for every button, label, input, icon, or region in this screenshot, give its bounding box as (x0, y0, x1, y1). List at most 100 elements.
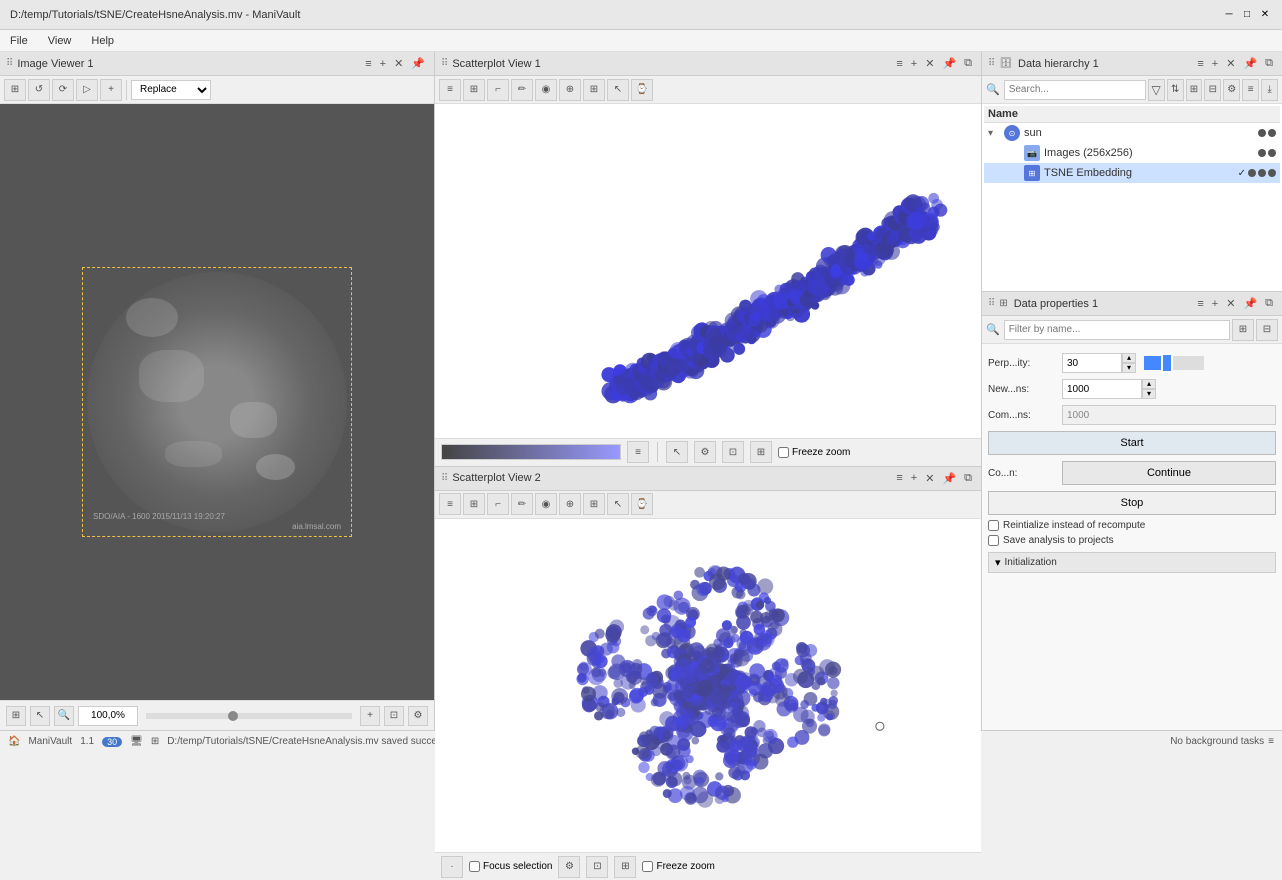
sp1-tb-select[interactable]: ≡ (439, 79, 461, 101)
sp2-focus-checkbox[interactable] (469, 861, 480, 872)
menu-help[interactable]: Help (87, 33, 118, 49)
sp2-tb-image[interactable]: ⊞ (463, 493, 485, 515)
sp1-foot-settings[interactable]: ≡ (627, 441, 649, 463)
dh-cog-btn[interactable]: ⚙ (1223, 79, 1240, 101)
dh-row-sun[interactable]: ▾ ⊙ sun (984, 123, 1280, 143)
dp-perplexity-input[interactable]: 30 (1062, 353, 1122, 373)
sp2-tb-select[interactable]: ≡ (439, 493, 461, 515)
sp2-foot-expand[interactable]: ⊞ (614, 856, 636, 878)
sp2-tb-lasso[interactable]: ◉ (535, 493, 557, 515)
iv-btn-rotate-ccw[interactable]: ⟳ (52, 79, 74, 101)
sp1-tb-lasso[interactable]: ◉ (535, 79, 557, 101)
dh-pin-btn[interactable]: 📌 (1240, 56, 1260, 71)
iv-replace-select[interactable]: Replace (131, 80, 211, 100)
iv-btn-grid[interactable]: ⊞ (4, 79, 26, 101)
dp-close-btn[interactable]: ✕ (1223, 296, 1238, 311)
dp-menu-btn[interactable]: ≡ (1194, 297, 1206, 311)
dp-reinitialize-checkbox[interactable] (988, 520, 999, 531)
dp-iterations-down[interactable]: ▾ (1142, 389, 1156, 399)
sp2-tb-arrow[interactable]: ↖ (607, 493, 629, 515)
dp-save-analysis-checkbox[interactable] (988, 535, 999, 546)
menu-view[interactable]: View (44, 33, 76, 49)
dh-row-tsne[interactable]: ⊞ TSNE Embedding ✓ (984, 163, 1280, 183)
sp2-pin-btn[interactable]: 📌 (939, 471, 959, 486)
dh-expand-sun[interactable]: ▾ (988, 128, 1000, 139)
sp2-tb-line[interactable]: ⌐ (487, 493, 509, 515)
iv-btn-add[interactable]: + (100, 79, 122, 101)
iv-foot-btn2[interactable]: ↖ (30, 706, 50, 726)
sp1-tb-plus[interactable]: ⊕ (559, 79, 581, 101)
dp-pin-btn[interactable]: 📌 (1240, 296, 1260, 311)
sp1-freeze-zoom-checkbox[interactable] (778, 447, 789, 458)
sp1-freeze-zoom-cb[interactable]: Freeze zoom (778, 447, 850, 458)
sp2-tb-plus[interactable]: ⊕ (559, 493, 581, 515)
dh-close-btn[interactable]: ✕ (1223, 56, 1238, 71)
continue-button[interactable]: Continue (1062, 461, 1276, 485)
minimize-button[interactable]: ─ (1222, 8, 1236, 22)
maximize-button[interactable]: □ (1240, 8, 1254, 22)
sp2-foot-dot[interactable]: · (441, 856, 463, 878)
zoom-input[interactable]: 100,0% (78, 706, 138, 726)
image-viewer-close-btn[interactable]: ✕ (391, 56, 406, 71)
image-viewer-pin-btn[interactable]: 📌 (408, 56, 428, 71)
dp-perplexity-up[interactable]: ▴ (1122, 353, 1136, 363)
dh-menu-btn[interactable]: ≡ (1194, 57, 1206, 71)
sp2-freeze-zoom-cb[interactable]: Freeze zoom (642, 861, 714, 872)
dp-perplexity-slider[interactable] (1144, 356, 1204, 370)
dh-expand-all-btn[interactable]: ⊞ (1186, 79, 1203, 101)
sp1-pin-btn[interactable]: 📌 (939, 56, 959, 71)
sp2-focus-cb[interactable]: Focus selection (469, 861, 552, 872)
sp2-tb-grid2[interactable]: ⊞ (583, 493, 605, 515)
menu-file[interactable]: File (6, 33, 32, 49)
zoom-thumb[interactable] (228, 711, 238, 721)
dp-iterations-up[interactable]: ▴ (1142, 379, 1156, 389)
sp1-foot-expand[interactable]: ⊞ (750, 441, 772, 463)
close-button[interactable]: ✕ (1258, 8, 1272, 22)
sp1-tb-line[interactable]: ⌐ (487, 79, 509, 101)
sp1-add-btn[interactable]: + (908, 57, 920, 71)
dp-perplexity-down[interactable]: ▾ (1122, 363, 1136, 373)
dh-float-btn[interactable]: ⧉ (1262, 56, 1276, 71)
sp2-freeze-zoom-checkbox[interactable] (642, 861, 653, 872)
iv-zoom-out-btn[interactable]: 🔍 (54, 706, 74, 726)
sp2-close-btn[interactable]: ✕ (922, 471, 937, 486)
sp1-tb-arrow[interactable]: ↖ (607, 79, 629, 101)
dp-add-btn[interactable]: + (1209, 297, 1221, 311)
dp-filter-input[interactable] (1004, 320, 1230, 340)
iv-zoom-fit-btn[interactable]: ⊡ (384, 706, 404, 726)
sp1-foot-cog[interactable]: ⚙ (694, 441, 716, 463)
sp1-tb-grid2[interactable]: ⊞ (583, 79, 605, 101)
sp2-tb-eye[interactable]: ⌚ (631, 493, 653, 515)
sp1-close-btn[interactable]: ✕ (922, 56, 937, 71)
stop-button[interactable]: Stop (988, 491, 1276, 515)
iv-btn-play[interactable]: ▷ (76, 79, 98, 101)
sp1-foot-box[interactable]: ⊡ (722, 441, 744, 463)
zoom-bar[interactable] (146, 713, 352, 719)
image-viewer-tab-btn[interactable]: ≡ (362, 57, 374, 71)
dh-sort-btn[interactable]: ⇅ (1167, 79, 1184, 101)
sp2-foot-cog[interactable]: ⚙ (558, 856, 580, 878)
start-button[interactable]: Start (988, 431, 1276, 455)
dh-row-images[interactable]: 📷 Images (256x256) (984, 143, 1280, 163)
sp2-tb-pen[interactable]: ✏ (511, 493, 533, 515)
sp2-foot-box[interactable]: ⊡ (586, 856, 608, 878)
dp-collapse-btn[interactable]: ⊟ (1256, 319, 1278, 341)
sp1-tb-eye[interactable]: ⌚ (631, 79, 653, 101)
sp2-add-btn[interactable]: + (908, 471, 920, 485)
sp1-tb-image[interactable]: ⊞ (463, 79, 485, 101)
iv-btn-rotate-cw[interactable]: ↺ (28, 79, 50, 101)
iv-foot-btn1[interactable]: ⊞ (6, 706, 26, 726)
iv-settings-btn[interactable]: ⚙ (408, 706, 428, 726)
dh-add-btn[interactable]: + (1209, 57, 1221, 71)
dp-expand-btn[interactable]: ⊞ (1232, 319, 1254, 341)
dh-collapse-btn[interactable]: ⊟ (1204, 79, 1221, 101)
dp-float-btn[interactable]: ⧉ (1262, 296, 1276, 311)
sp1-tb-pen[interactable]: ✏ (511, 79, 533, 101)
sp1-foot-select[interactable]: ↖ (666, 441, 688, 463)
dh-list-btn[interactable]: ≡ (1242, 79, 1259, 101)
dp-iterations-input[interactable]: 1000 (1062, 379, 1142, 399)
sp2-menu-btn[interactable]: ≡ (893, 471, 905, 485)
iv-zoom-in-btn[interactable]: + (360, 706, 380, 726)
dh-filter-btn[interactable]: ▽ (1148, 79, 1165, 101)
dp-perplexity-thumb[interactable] (1161, 353, 1173, 373)
